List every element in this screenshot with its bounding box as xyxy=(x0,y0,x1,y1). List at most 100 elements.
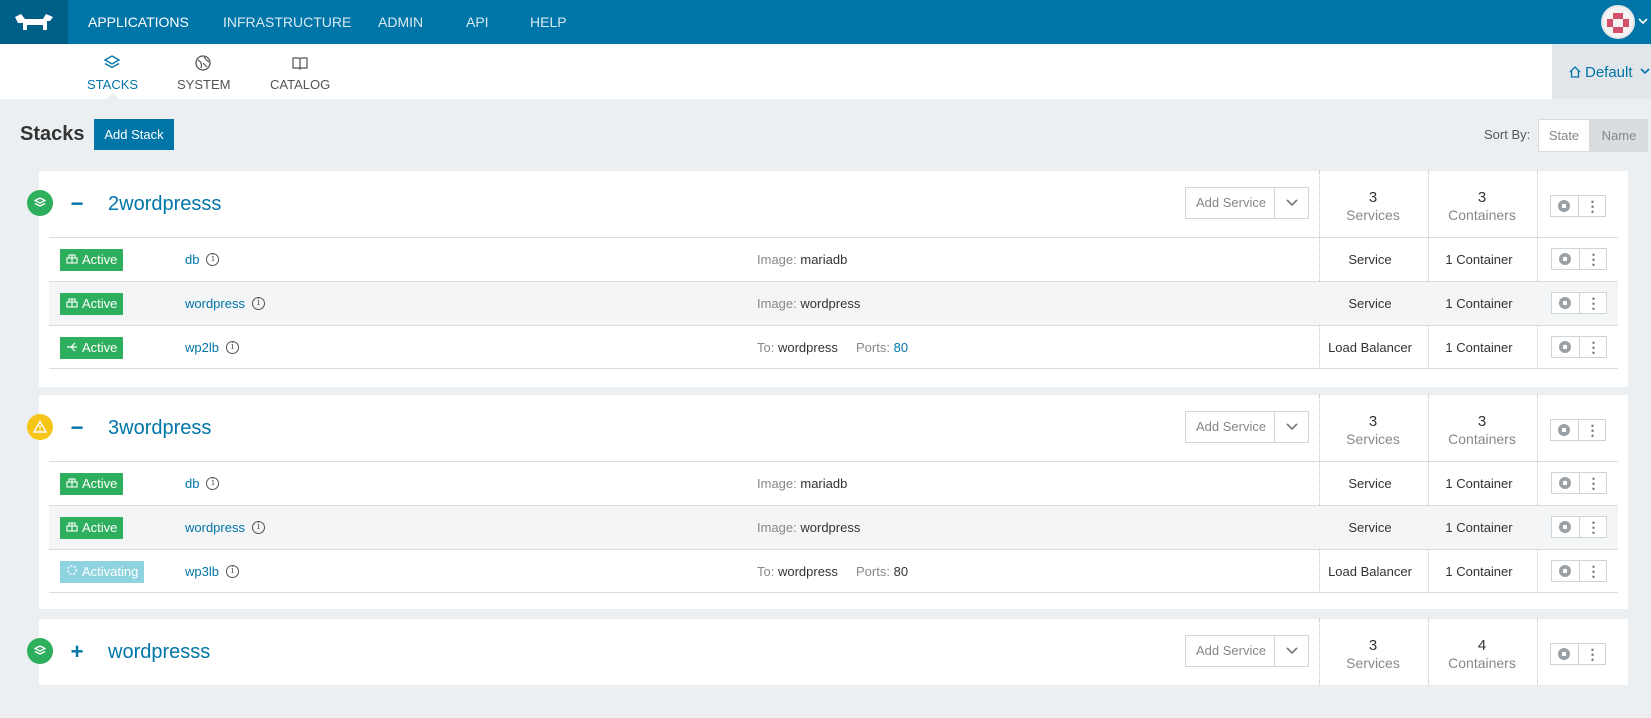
topnav-admin[interactable]: ADMIN xyxy=(378,0,423,44)
service-detail: Image: wordpress xyxy=(757,520,860,535)
stop-icon xyxy=(1559,341,1572,353)
more-menu-button[interactable]: ⋮ xyxy=(1577,196,1605,216)
stop-icon xyxy=(1558,648,1571,660)
stop-button[interactable] xyxy=(1552,293,1579,313)
service-detail: Image: wordpress xyxy=(757,296,860,311)
service-icon xyxy=(66,249,78,271)
stop-button[interactable] xyxy=(1552,473,1579,493)
stop-icon xyxy=(1559,297,1572,309)
stop-icon xyxy=(1559,477,1572,489)
service-name-link[interactable]: wp2lb i xyxy=(185,340,239,355)
kebab-icon: ⋮ xyxy=(1586,339,1600,355)
add-stack-button[interactable]: Add Stack xyxy=(94,119,174,150)
service-name: wordpress xyxy=(185,296,245,311)
subnav-system[interactable]: SYSTEM xyxy=(177,44,230,99)
chevron-down-icon[interactable] xyxy=(1640,66,1650,78)
detail-value: mariadb xyxy=(800,252,848,267)
state-badge-label: Active xyxy=(82,476,118,491)
container-count: 1 Container xyxy=(1445,476,1513,491)
chevron-down-icon[interactable] xyxy=(1274,635,1309,667)
detail-key: To: xyxy=(757,340,775,355)
home-icon xyxy=(1568,65,1582,83)
divider xyxy=(1319,619,1320,685)
chevron-down-icon[interactable] xyxy=(1274,411,1309,443)
service-name-link[interactable]: wp3lb i xyxy=(185,564,239,579)
stop-button[interactable] xyxy=(1552,561,1579,581)
stack-name-link[interactable]: 2wordpresss xyxy=(108,193,221,216)
service-icon xyxy=(66,517,78,539)
topnav-help[interactable]: HELP xyxy=(530,0,567,44)
more-menu-button[interactable]: ⋮ xyxy=(1578,473,1606,493)
environment-selector-label[interactable]: Default xyxy=(1568,64,1633,83)
detail-key: Image: xyxy=(757,476,797,491)
sub-navigation-bar: STACKS SYSTEM CATALOG xyxy=(0,44,1651,99)
divider xyxy=(1537,619,1538,685)
chevron-down-icon[interactable] xyxy=(1638,14,1648,28)
more-menu-button[interactable]: ⋮ xyxy=(1578,249,1606,269)
stack-expand-toggle[interactable]: + xyxy=(68,641,86,663)
service-name-link[interactable]: wordpress i xyxy=(185,520,265,535)
more-menu-button[interactable]: ⋮ xyxy=(1578,561,1606,581)
row-actions: ⋮ xyxy=(1551,472,1607,494)
container-count: 1 Container xyxy=(1445,340,1513,355)
service-name-link[interactable]: db i xyxy=(185,252,220,267)
info-icon[interactable]: i xyxy=(206,253,220,266)
state-badge-label: Active xyxy=(82,296,118,311)
info-icon[interactable]: i xyxy=(251,521,265,534)
more-menu-button[interactable]: ⋮ xyxy=(1578,293,1606,313)
kebab-icon: ⋮ xyxy=(1586,475,1600,491)
user-avatar[interactable] xyxy=(1601,5,1635,39)
stop-button[interactable] xyxy=(1552,337,1579,357)
info-icon[interactable]: i xyxy=(225,565,239,578)
info-icon[interactable]: i xyxy=(206,477,220,490)
topnav-infrastructure[interactable]: INFRASTRUCTURE xyxy=(223,0,351,44)
chevron-down-icon[interactable] xyxy=(1274,187,1309,219)
info-icon[interactable]: i xyxy=(251,297,265,310)
stack-name-link[interactable]: wordpresss xyxy=(108,641,210,664)
stack-collapse-toggle[interactable]: − xyxy=(68,417,86,439)
more-menu-button[interactable]: ⋮ xyxy=(1577,644,1605,664)
stack-actions: ⋮ xyxy=(1550,419,1606,441)
topnav-applications[interactable]: APPLICATIONS xyxy=(88,0,189,44)
sort-name-button[interactable]: Name xyxy=(1590,119,1648,152)
service-name-link[interactable]: wordpress i xyxy=(185,296,265,311)
stop-button[interactable] xyxy=(1551,644,1578,664)
stack-actions: ⋮ xyxy=(1550,195,1606,217)
table-row: Active db i Image: mariadb Service 1 Cont… xyxy=(49,237,1618,281)
rancher-logo-icon[interactable] xyxy=(0,0,68,44)
kebab-icon: ⋮ xyxy=(1586,519,1600,535)
service-icon xyxy=(66,293,78,315)
stack-collapse-toggle[interactable]: − xyxy=(68,193,86,215)
table-row: Activating wp3lb i To: wordpress Ports: 8… xyxy=(49,549,1618,593)
service-name: db xyxy=(185,252,200,267)
service-kind: Load Balancer xyxy=(1328,564,1412,579)
subnav-stacks[interactable]: STACKS xyxy=(87,44,139,99)
services-count: 3 xyxy=(1368,189,1378,206)
detail-value: mariadb xyxy=(800,476,848,491)
services-count-label: Services xyxy=(1346,431,1400,447)
stop-icon xyxy=(1558,200,1571,212)
ports-key: Ports: xyxy=(856,564,890,579)
containers-count-label: Containers xyxy=(1448,655,1516,671)
row-actions: ⋮ xyxy=(1551,560,1607,582)
stop-button[interactable] xyxy=(1552,517,1579,537)
stop-button[interactable] xyxy=(1551,196,1578,216)
service-detail: Image: mariadb xyxy=(757,476,847,491)
stop-button[interactable] xyxy=(1551,420,1578,440)
container-count: 1 Container xyxy=(1445,296,1513,311)
port-link[interactable]: 80 xyxy=(894,340,908,355)
more-menu-button[interactable]: ⋮ xyxy=(1577,420,1605,440)
subnav-stacks-label: STACKS xyxy=(87,77,139,92)
more-menu-button[interactable]: ⋮ xyxy=(1578,337,1606,357)
more-menu-button[interactable]: ⋮ xyxy=(1578,517,1606,537)
sort-state-button[interactable]: State xyxy=(1538,119,1590,152)
stack-name-link[interactable]: 3wordpress xyxy=(108,417,211,440)
topnav-api[interactable]: API xyxy=(466,0,489,44)
service-name-link[interactable]: db i xyxy=(185,476,220,491)
service-detail: To: wordpress Ports: 80 xyxy=(757,564,908,579)
container-count: 1 Container xyxy=(1445,564,1513,579)
info-icon[interactable]: i xyxy=(225,341,239,354)
stop-button[interactable] xyxy=(1552,249,1579,269)
subnav-catalog[interactable]: CATALOG xyxy=(270,44,330,99)
stop-icon xyxy=(1559,565,1572,577)
